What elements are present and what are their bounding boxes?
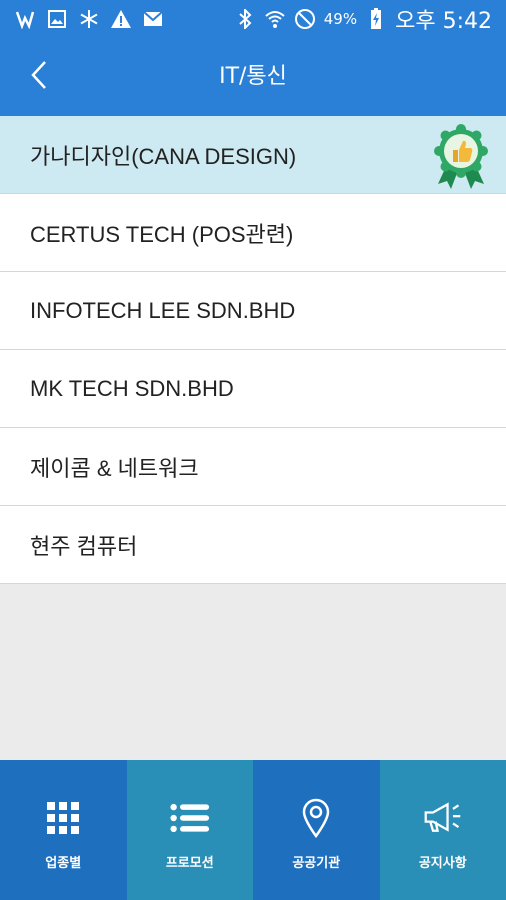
warning-icon	[110, 8, 132, 30]
chevron-left-icon	[30, 60, 48, 94]
tab-promotion[interactable]: 프로모션	[126, 760, 253, 900]
list-item[interactable]: CERTUS TECH (POS관련)	[0, 194, 506, 272]
page-title: IT/통신	[219, 64, 287, 89]
list-item-label: MK TECH SDN.BHD	[30, 375, 234, 401]
list-item-label: 가나디자인(CANA DESIGN)	[30, 143, 297, 169]
tab-by-industry[interactable]: 업종별	[0, 760, 127, 900]
back-button[interactable]	[22, 58, 56, 96]
battery-charging-icon	[365, 8, 387, 30]
list-item[interactable]: 제이콤 & 네트워크	[0, 428, 506, 506]
list-icon	[170, 798, 210, 838]
tab-notice[interactable]: 공지사항	[379, 760, 506, 900]
tab-public-agency[interactable]: 공공기관	[253, 760, 380, 900]
status-bar: 49% 오후 5:42	[0, 0, 506, 38]
wifi-icon	[264, 8, 286, 30]
list-item[interactable]: 가나디자인(CANA DESIGN)	[0, 116, 506, 194]
image-icon	[46, 8, 68, 30]
do-not-disturb-icon	[294, 8, 316, 30]
tab-label: 공지사항	[418, 856, 467, 871]
tab-label: 프로모션	[165, 856, 214, 871]
megaphone-icon	[423, 798, 463, 838]
list-item-label: INFOTECH LEE SDN.BHD	[30, 297, 296, 323]
grid-icon	[43, 798, 83, 838]
list-item-label: 제이콤 & 네트워크	[30, 455, 199, 481]
mail-icon	[142, 8, 164, 30]
thumbs-up-award-icon	[430, 124, 492, 190]
list-item-label: CERTUS TECH (POS관련)	[30, 221, 294, 247]
list-item-label: 현주 컴퓨터	[30, 533, 138, 559]
bluetooth-icon	[234, 8, 256, 30]
map-pin-icon	[296, 798, 336, 838]
tab-label: 공공기관	[292, 856, 341, 871]
bottom-tab-bar: 업종별 프로모션 공공기관 공지사항	[0, 760, 506, 900]
vpn-key-icon	[14, 8, 36, 30]
tab-label: 업종별	[45, 856, 82, 871]
list-item[interactable]: MK TECH SDN.BHD	[0, 350, 506, 428]
list-item[interactable]: INFOTECH LEE SDN.BHD	[0, 272, 506, 350]
snowflake-icon	[78, 8, 100, 30]
company-list: 가나디자인(CANA DESIGN) CERTUS TECH (POS관련) I…	[0, 116, 506, 584]
battery-percent: 49%	[323, 10, 358, 28]
app-bar: IT/통신	[0, 38, 506, 116]
clock: 오후 5:42	[395, 9, 492, 34]
list-item[interactable]: 현주 컴퓨터	[0, 506, 506, 584]
